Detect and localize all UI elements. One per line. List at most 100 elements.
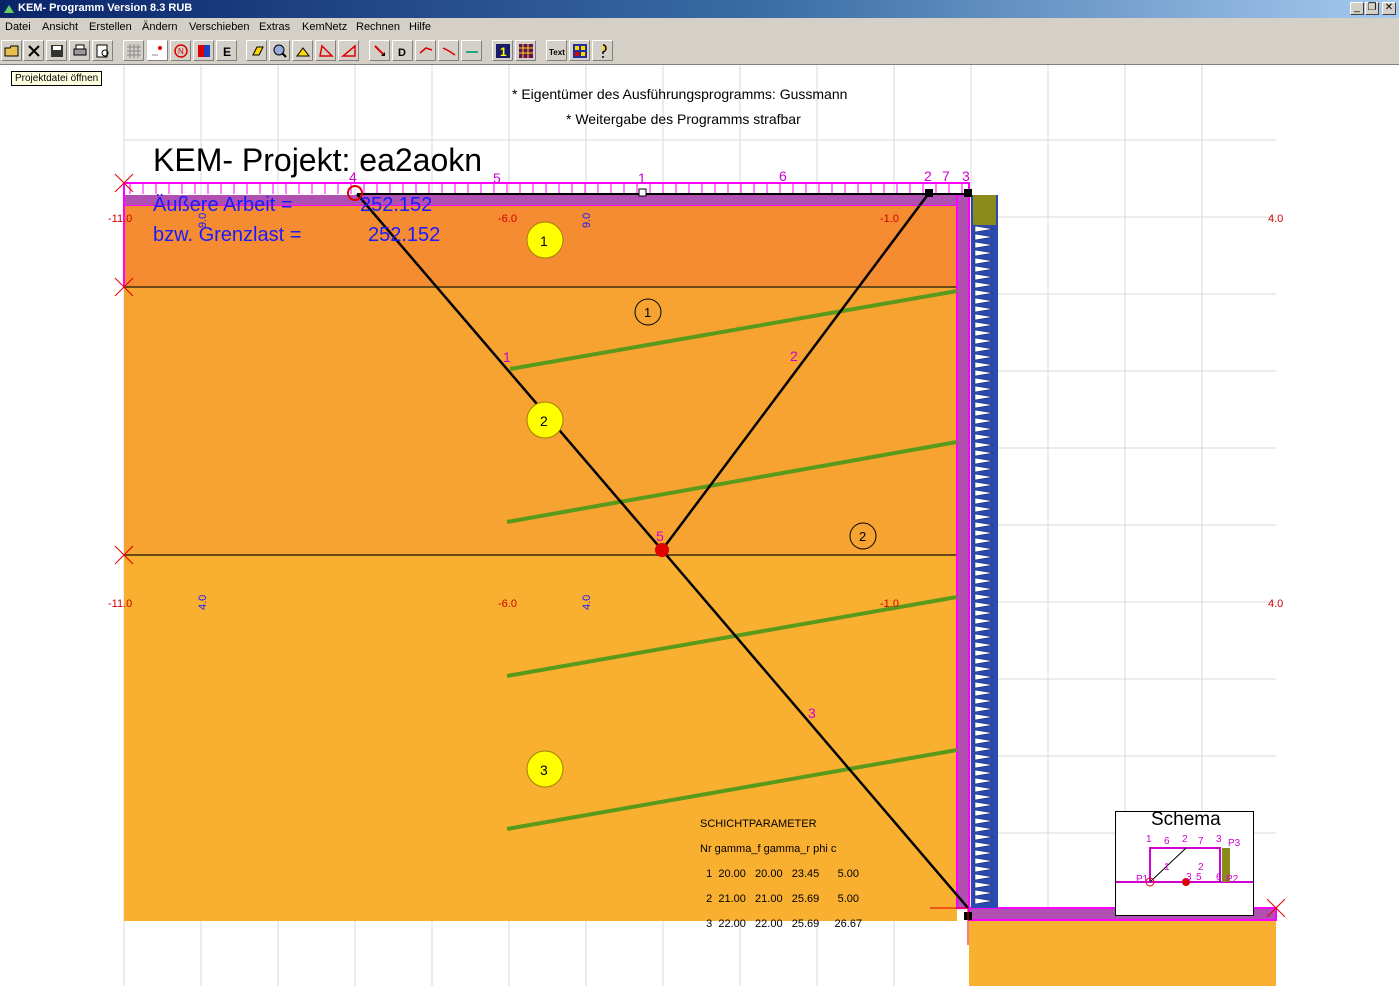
menu-bar: Datei Ansicht Erstellen Ändern Verschieb… [0, 18, 1399, 37]
node-3 [964, 189, 972, 197]
tool-3-button[interactable] [292, 40, 313, 61]
node-5 [655, 543, 669, 557]
arrow-down-icon [374, 45, 385, 56]
schema-label: 3 [1216, 834, 1222, 845]
tool-5-button[interactable] [338, 40, 359, 61]
table-grid-icon [519, 44, 533, 58]
triangle-icon [319, 44, 334, 57]
params-columns: Nr gamma_f gamma_r phi c [700, 843, 837, 855]
preview-icon [96, 44, 109, 58]
minimize-button[interactable]: _ [1350, 2, 1364, 15]
axis-label-x: -1.0 [880, 213, 899, 225]
view-grid-button[interactable] [515, 40, 536, 61]
letter-e-icon: E [223, 45, 231, 59]
schema-label: 7 [1198, 836, 1204, 847]
node-number: 5 [493, 170, 501, 186]
copy-notice: * Weitergabe des Programms strafbar [566, 111, 801, 127]
line-number: 3 [808, 705, 816, 721]
open-file-button[interactable] [1, 40, 22, 61]
tool-1-button[interactable] [246, 40, 267, 61]
axis-label-y: 4.0 [581, 595, 593, 610]
window-title: KEM- Programm Version 8.3 RUB [18, 2, 193, 14]
menu-verschieben[interactable]: Verschieben [189, 21, 250, 33]
menu-ansicht[interactable]: Ansicht [42, 21, 78, 33]
triangle-split-icon [341, 44, 356, 57]
close-button[interactable]: ✕ [1382, 2, 1396, 15]
line-break-icon [442, 47, 456, 56]
tool-8-button[interactable] [415, 40, 436, 61]
menu-datei[interactable]: Datei [5, 21, 31, 33]
menu-aendern[interactable]: Ändern [142, 21, 177, 33]
svg-text:N: N [178, 47, 184, 56]
node-number: 2 [924, 168, 932, 184]
line-node-icon [419, 47, 433, 54]
limit-load-value: 252.152 [368, 224, 441, 246]
owner-notice: * Eigentümer des Ausführungsprogramms: G… [512, 86, 848, 102]
grid-icon [127, 44, 141, 58]
anchor-line-icon [466, 51, 478, 53]
zoom-button[interactable] [269, 40, 290, 61]
parallelogram-icon [252, 46, 264, 56]
node-number: 3 [962, 168, 970, 184]
colors-button[interactable] [569, 40, 590, 61]
north-icon: N [174, 44, 188, 58]
tool-6-button[interactable] [369, 40, 390, 61]
svg-text:Text: Text [549, 48, 565, 57]
colors-icon [573, 44, 587, 58]
schema-label: 3 [1186, 872, 1192, 883]
node-number: 6 [779, 168, 787, 184]
node-number: 7 [942, 168, 950, 184]
tool-d-button[interactable]: D [392, 40, 413, 61]
tool-10-button[interactable] [461, 40, 482, 61]
close-file-button[interactable] [23, 40, 44, 61]
print-icon [73, 44, 87, 56]
folder-icon [4, 45, 19, 57]
grid-button[interactable] [123, 40, 144, 61]
save-button[interactable] [46, 40, 67, 61]
letter-d-icon: D [398, 47, 406, 59]
schema-label: 6 [1216, 872, 1222, 883]
svg-text:D: D [398, 47, 406, 59]
tool-9-button[interactable] [438, 40, 459, 61]
text-button[interactable]: Text [546, 40, 567, 61]
material-button[interactable] [193, 40, 214, 61]
node-number: 1 [638, 170, 646, 186]
axis-label-y: 9.0 [581, 213, 593, 228]
layer-parameters-table: SCHICHTPARAMETER Nr gamma_f gamma_r phi … [700, 818, 862, 943]
save-icon [51, 45, 63, 57]
edit-e-button[interactable]: E [216, 40, 237, 61]
external-work-value: 252.152 [360, 194, 433, 216]
help-button[interactable] [592, 40, 613, 61]
print-button[interactable] [69, 40, 90, 61]
body-number-text: 1 [644, 305, 651, 320]
line-number: 2 [790, 348, 798, 364]
title-bar: KEM- Programm Version 8.3 RUB _ ❐ ✕ [0, 0, 1399, 18]
close-icon [28, 45, 40, 57]
params-row: 3 22.00 22.00 25.69 26.67 [700, 918, 863, 930]
restore-button[interactable]: ❐ [1365, 2, 1379, 15]
print-preview-button[interactable] [92, 40, 113, 61]
layer-number-text: 1 [540, 233, 548, 249]
tool-4-button[interactable] [315, 40, 336, 61]
north-button[interactable]: N [170, 40, 191, 61]
svg-text:1: 1 [500, 45, 507, 59]
schema-label: 2 [1182, 834, 1188, 845]
menu-rechnen[interactable]: Rechnen [356, 21, 400, 33]
view-1-button[interactable]: 1 [492, 40, 513, 61]
layer-number-text: 2 [540, 413, 548, 429]
node-number: 5 [656, 528, 664, 544]
project-title: KEM- Projekt: ea2aokn [153, 142, 483, 178]
wedge-icon [296, 47, 310, 57]
menu-kemnetz[interactable]: KemNetz [302, 21, 347, 33]
material-icon [198, 45, 210, 57]
schema-box[interactable]: Schema 1 2 3 6 7 P3 P1 P2 1 2 3 5 6 [1115, 809, 1254, 916]
axis-label-x: -1.0 [880, 598, 899, 610]
schema-label: P2 [1226, 874, 1239, 885]
node-2 [925, 189, 933, 197]
points-button[interactable] [147, 40, 168, 61]
menu-extras[interactable]: Extras [259, 21, 290, 33]
menu-hilfe[interactable]: Hilfe [409, 21, 431, 33]
menu-erstellen[interactable]: Erstellen [89, 21, 132, 33]
schema-label: P3 [1228, 838, 1241, 849]
svg-text:E: E [223, 45, 231, 59]
